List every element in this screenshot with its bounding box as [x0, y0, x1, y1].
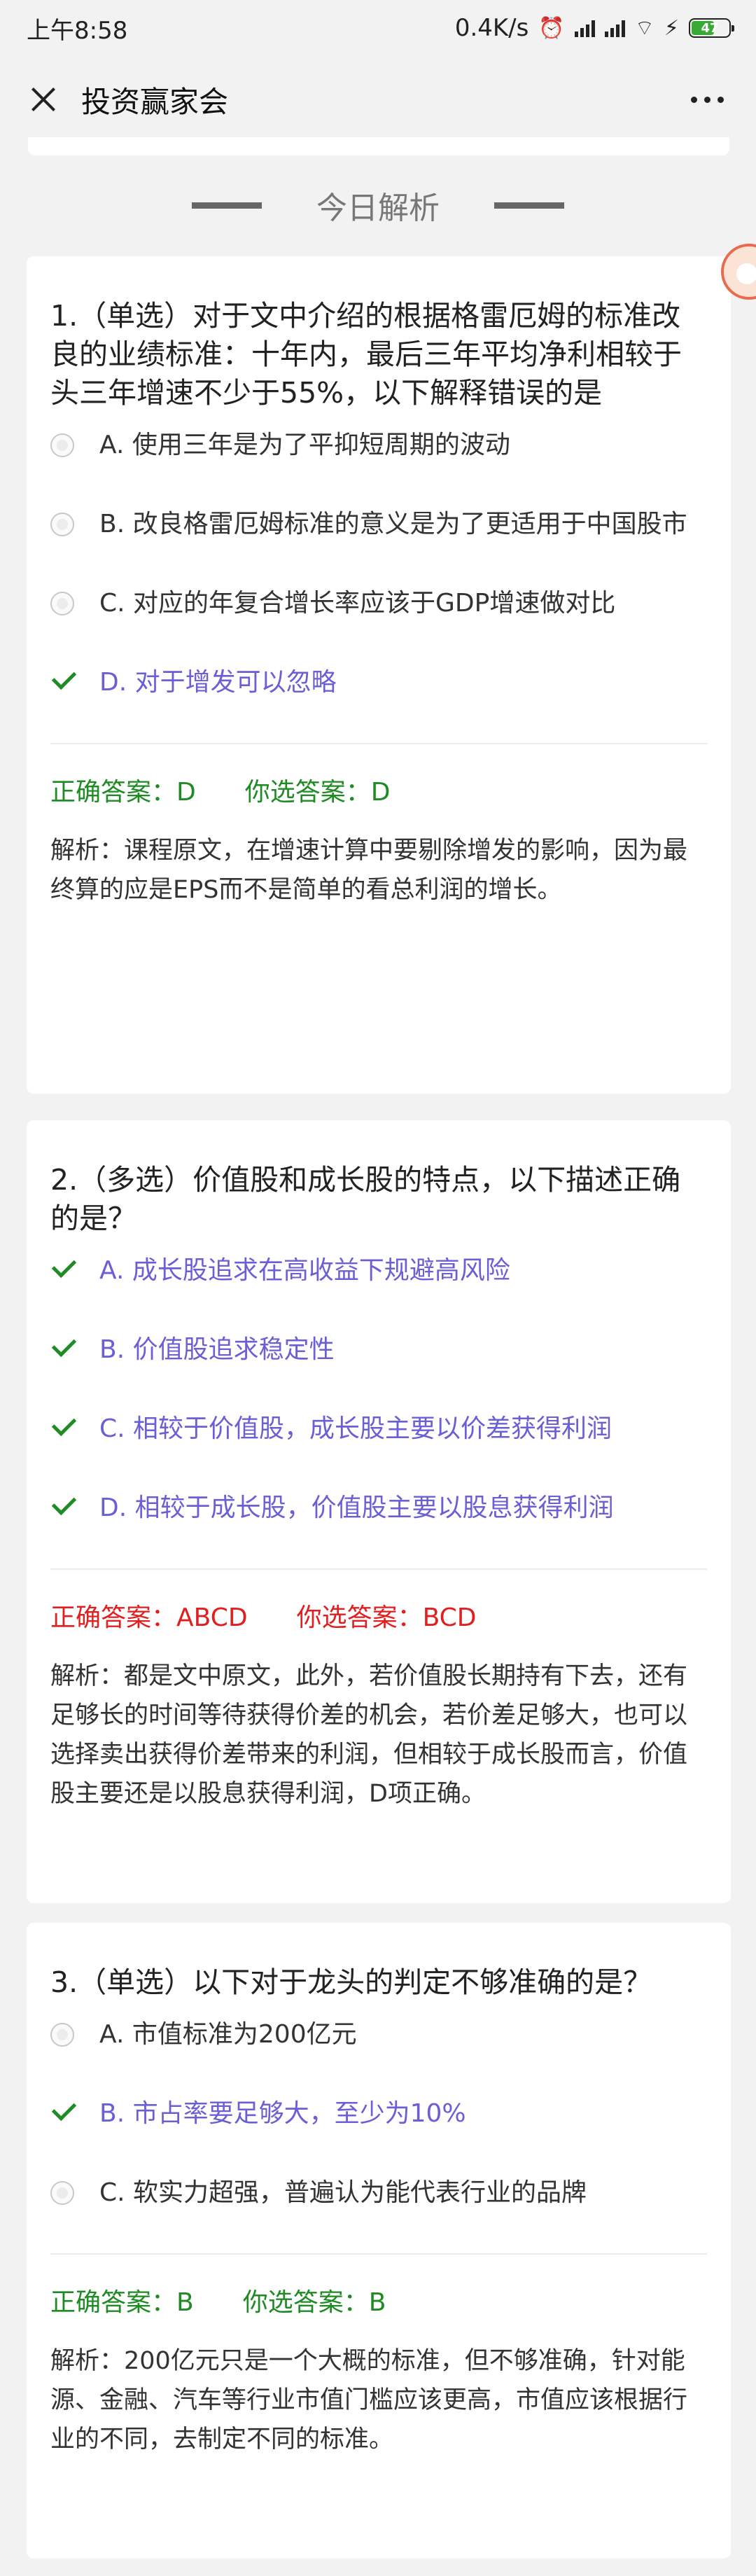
option-label: C. 对应的年复合增长率应该于GDP增速做对比: [99, 589, 616, 618]
wifi-icon: ⌔: [634, 16, 654, 41]
checkmark-icon: [51, 2096, 77, 2122]
answer-option[interactable]: A. 使用三年是为了平抑短周期的波动: [50, 426, 707, 464]
answer-option[interactable]: B. 改良格雷厄姆标准的意义是为了更适用于中国股市: [50, 506, 707, 543]
analysis-text: 解析：200亿元只是一个大概的标准，但不够准确，针对能源、金融、汽车等行业市值门…: [50, 2347, 688, 2453]
option-label: B. 市占率要足够大，至少为10%: [99, 2099, 466, 2128]
battery-icon: 47: [689, 18, 734, 38]
answer-summary: 正确答案：B 你选答案：B: [50, 2285, 707, 2320]
checkmark-icon: [51, 1332, 77, 1358]
status-bar: 上午8:58 0.4K/s ⏰ ⌔ ⚡ 47: [0, 0, 756, 56]
question-title: 3.（单选）以下对于龙头的判定不够准确的是？: [50, 1965, 652, 1999]
charging-icon: ⚡: [664, 15, 679, 41]
question-card: 2.（多选）价值股和成长股的特点，以下描述正确的是？ A. 成长股追求在高收益下规…: [27, 1120, 731, 1903]
divider: [50, 743, 707, 744]
option-label: A. 使用三年是为了平抑短周期的波动: [99, 431, 510, 459]
question-card: 1.（单选）对于文中介绍的根据格雷厄姆的标准改良的业绩标准：十年内，最后三年平均…: [27, 256, 731, 1094]
option-list: A. 市值标准为200亿元 B. 市占率要足够大，至少为10% C. 软实力超强，普…: [50, 2016, 707, 2212]
radio-icon: [50, 2181, 74, 2205]
answer-option[interactable]: A. 市值标准为200亿元: [50, 2016, 707, 2054]
battery-level: 47: [701, 20, 719, 36]
analysis-text: 解析：课程原文，在增速计算中要剔除增发的影响，因为最终算的应是EPS而不是简单的…: [50, 837, 688, 904]
your-answer: 你选答案：B: [242, 2288, 386, 2317]
option-label: A. 成长股追求在高收益下规避高风险: [99, 1256, 510, 1285]
status-time: 上午8:58: [27, 16, 128, 45]
option-label: D. 相较于成长股，价值股主要以股息获得利润: [99, 1494, 614, 1522]
radio-icon: [50, 433, 74, 457]
answer-summary: 正确答案：ABCD 你选答案：BCD: [50, 1601, 707, 1636]
alarm-icon: ⏰: [538, 15, 565, 41]
option-label: D. 对于增发可以忽略: [99, 668, 337, 697]
question-title: 2.（多选）价值股和成长股的特点，以下描述正确的是？: [50, 1163, 681, 1235]
answer-summary: 正确答案：D 你选答案：D: [50, 775, 707, 810]
correct-answer: 正确答案：ABCD: [50, 1603, 248, 1632]
answer-option[interactable]: C. 软实力超强，普遍认为能代表行业的品牌: [50, 2174, 707, 2212]
status-icons: 0.4K/s ⏰ ⌔ ⚡ 47: [454, 14, 734, 42]
nav-bar: 投资赢家会: [0, 56, 756, 143]
option-label: C. 相较于价值股，成长股主要以价差获得利润: [99, 1414, 612, 1443]
your-answer: 你选答案：D: [244, 778, 391, 807]
option-label: C. 软实力超强，普遍认为能代表行业的品牌: [99, 2178, 587, 2207]
previous-card-edge: [28, 137, 729, 155]
question-title: 1.（单选）对于文中介绍的根据格雷厄姆的标准改良的业绩标准：十年内，最后三年平均…: [50, 299, 682, 410]
answer-option[interactable]: D. 对于增发可以忽略: [50, 664, 707, 702]
checkmark-icon: [51, 1253, 77, 1279]
page-title: 投资赢家会: [81, 84, 229, 119]
question-card: 3.（单选）以下对于龙头的判定不够准确的是？ A. 市值标准为200亿元 B. 市占…: [27, 1923, 731, 2558]
analysis-text: 解析：都是文中原文，此外，若价值股长期持有下去，还有足够长的时间等待获得价差的机…: [50, 1662, 688, 1808]
option-list: A. 使用三年是为了平抑短周期的波动 B. 改良格雷厄姆标准的意义是为了更适用于中…: [50, 426, 707, 702]
answer-option[interactable]: C. 对应的年复合增长率应该于GDP增速做对比: [50, 585, 707, 622]
net-speed: 0.4K/s: [454, 14, 529, 42]
signal-icon: [574, 19, 595, 37]
answer-option[interactable]: B. 市占率要足够大，至少为10%: [50, 2095, 707, 2133]
option-label: B. 改良格雷厄姆标准的意义是为了更适用于中国股市: [99, 510, 687, 538]
close-icon[interactable]: [25, 82, 60, 117]
option-label: A. 市值标准为200亿元: [99, 2020, 357, 2049]
more-menu-button[interactable]: [684, 90, 731, 110]
option-label: B. 价值股追求稳定性: [99, 1335, 335, 1364]
checkmark-icon: [51, 664, 77, 690]
divider-left: [192, 202, 262, 209]
radio-icon: [50, 513, 74, 536]
checkmark-icon: [51, 1411, 77, 1437]
answer-option[interactable]: D. 相较于成长股，价值股主要以股息获得利润: [50, 1489, 707, 1527]
answer-option[interactable]: B. 价值股追求稳定性: [50, 1331, 707, 1369]
divider: [50, 1568, 707, 1570]
divider: [50, 2253, 707, 2255]
answer-option[interactable]: C. 相较于价值股，成长股主要以价差获得利润: [50, 1410, 707, 1448]
correct-answer: 正确答案：D: [50, 778, 196, 807]
option-list: A. 成长股追求在高收益下规避高风险 B. 价值股追求稳定性 C. 相较于价值股，成…: [50, 1252, 707, 1527]
divider-right: [494, 202, 564, 209]
radio-icon: [50, 2023, 74, 2047]
signal-icon-2: [604, 19, 625, 37]
checkmark-icon: [51, 1490, 77, 1516]
answer-option[interactable]: A. 成长股追求在高收益下规避高风险: [50, 1252, 707, 1290]
section-title: 今日解析: [316, 190, 440, 226]
section-header: 今日解析: [0, 181, 756, 230]
your-answer: 你选答案：BCD: [296, 1603, 477, 1632]
radio-icon: [50, 592, 74, 615]
correct-answer: 正确答案：B: [50, 2288, 194, 2317]
